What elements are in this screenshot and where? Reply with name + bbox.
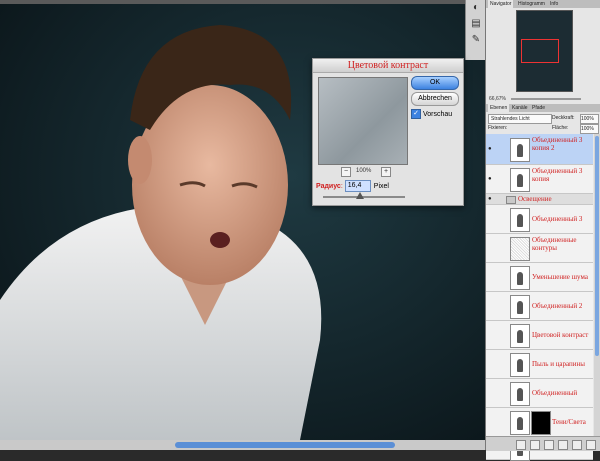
navigator-zoom[interactable]: 66,67% — [489, 96, 506, 102]
layer-mask-thumbnail[interactable] — [531, 411, 551, 435]
tab-navigator[interactable]: Navigator — [488, 0, 514, 8]
layer-row[interactable]: ● Объединенный 3 копия — [486, 165, 593, 194]
eye-icon[interactable]: ● — [488, 176, 492, 182]
layers-scroll-thumb[interactable] — [595, 136, 599, 356]
tool-strip: ◐ ▤ ✎ — [465, 0, 486, 60]
opacity-label: Deckkraft: — [552, 115, 575, 121]
color-contrast-dialog: Цветовой контраст − 100% + OK Abbrechen … — [312, 58, 464, 206]
layer-thumbnail — [510, 295, 530, 319]
radius-unit: Pixel — [373, 182, 389, 190]
layer-row[interactable]: Уменьшение шума — [486, 263, 593, 292]
preview-zoom-row: − 100% + — [341, 167, 391, 177]
dialog-title: Цветовой контраст — [313, 59, 463, 73]
blend-row: Strahlendes Licht Deckkraft: 100% — [488, 114, 599, 124]
filter-preview[interactable] — [318, 77, 408, 165]
cancel-button[interactable]: Abbrechen — [411, 92, 459, 106]
radius-slider-thumb[interactable] — [355, 192, 364, 199]
layer-group-row[interactable]: ● Освещение — [486, 194, 593, 205]
preview-checkbox[interactable]: ✓ — [411, 109, 421, 119]
layer-thumbnail — [510, 324, 530, 348]
lock-label: Fixieren: — [488, 125, 508, 131]
group-name: Освещение — [518, 195, 552, 203]
preview-label: Vorschau — [423, 110, 453, 118]
blend-mode-select[interactable]: Strahlendes Licht — [488, 114, 552, 124]
tab-histogram[interactable]: Histogramm — [516, 0, 547, 8]
layer-thumbnail — [510, 353, 530, 377]
layer-name: Объединенный — [532, 389, 578, 397]
layer-thumbnail — [510, 237, 530, 261]
right-panel: Navigator Histogramm Info 66,67% Ebenen … — [485, 0, 600, 461]
layer-name: Цветовой контраст — [532, 331, 589, 339]
layers-icon[interactable]: ▤ — [470, 18, 482, 30]
eye-icon[interactable]: ● — [488, 146, 492, 152]
layer-thumbnail — [510, 266, 530, 290]
layer-thumbnail — [510, 411, 530, 435]
lock-row: Fixieren: Fläche: 100% — [488, 124, 599, 134]
layer-name: Объединенные контуры — [532, 236, 577, 252]
radius-input[interactable]: 16,4 — [344, 180, 371, 192]
folder-icon — [506, 196, 516, 204]
trash-icon[interactable] — [586, 440, 596, 450]
eyedropper-icon[interactable]: ◐ — [470, 2, 482, 14]
eye-icon[interactable]: ● — [488, 196, 492, 202]
layer-name: Объединенный 2 — [532, 302, 583, 310]
zoom-value: 100% — [356, 168, 372, 174]
radius-label: Радиус — [316, 182, 341, 190]
brush-icon[interactable]: ✎ — [470, 34, 482, 46]
layer-row[interactable]: Объединенный 3 — [486, 205, 593, 234]
tab-info[interactable]: Info — [548, 0, 560, 8]
zoom-in-button[interactable]: + — [381, 167, 391, 177]
zoom-out-button[interactable]: − — [341, 167, 351, 177]
navigator-thumbnail[interactable] — [516, 10, 573, 92]
fill-input[interactable]: 100% — [580, 124, 599, 134]
opacity-input[interactable]: 100% — [580, 114, 599, 124]
layer-name: Уменьшение шума — [532, 273, 588, 281]
layers-list: ● Объединенный 3 копия 2 ● Объединенный 3 к… — [486, 134, 600, 461]
layer-name: Объединенный 3 копия 2 — [532, 136, 583, 152]
new-layer-icon[interactable] — [572, 440, 582, 450]
layer-row[interactable]: Объединенный — [486, 379, 593, 408]
layers-scrollbar[interactable] — [594, 134, 600, 436]
navigator-tabs: Navigator Histogramm Info — [486, 0, 600, 8]
new-adjustment-icon[interactable] — [558, 440, 568, 450]
tab-paths[interactable]: Pfade — [530, 104, 547, 112]
ok-button[interactable]: OK — [411, 76, 459, 90]
link-layers-icon[interactable] — [516, 440, 526, 450]
radius-slider-track[interactable] — [323, 196, 405, 198]
tab-layers[interactable]: Ebenen — [488, 104, 510, 112]
layer-thumbnail — [510, 382, 530, 406]
add-mask-icon[interactable] — [544, 440, 554, 450]
layer-thumbnail — [510, 138, 530, 162]
layer-row[interactable]: Пыль и царапины — [486, 350, 593, 379]
preview-checkbox-row[interactable]: ✓ Vorschau — [411, 109, 452, 119]
layer-row[interactable]: ● Объединенный 3 копия 2 — [486, 134, 593, 165]
layer-row[interactable]: Объединенный 2 — [486, 292, 593, 321]
layers-panel-footer — [486, 436, 600, 451]
layer-name: Объединенный 3 — [532, 215, 583, 223]
horizontal-scrollbar[interactable] — [0, 440, 485, 450]
fx-icon[interactable] — [530, 440, 540, 450]
layer-row[interactable]: Тени/Света — [486, 408, 593, 437]
layer-thumbnail — [510, 168, 530, 192]
navigator-view-rect[interactable] — [521, 39, 559, 63]
layer-thumbnail — [510, 208, 530, 232]
layer-row[interactable]: Цветовой контраст — [486, 321, 593, 350]
layer-name: Тени/Света — [552, 418, 586, 426]
window-top-bar — [0, 0, 485, 4]
scrollbar-thumb[interactable] — [175, 442, 395, 448]
layer-row[interactable]: Объединенные контуры — [486, 234, 593, 263]
layers-tabs: Ebenen Kanäle Pfade — [486, 104, 600, 112]
layer-name: Объединенный 3 копия — [532, 167, 583, 183]
tab-channels[interactable]: Kanäle — [510, 104, 530, 112]
fill-label: Fläche: — [552, 125, 569, 131]
radius-row: Радиус: 16,4 Pixel — [316, 180, 389, 192]
layer-name: Пыль и царапины — [532, 360, 585, 368]
navigator-zoom-slider[interactable] — [511, 98, 581, 100]
